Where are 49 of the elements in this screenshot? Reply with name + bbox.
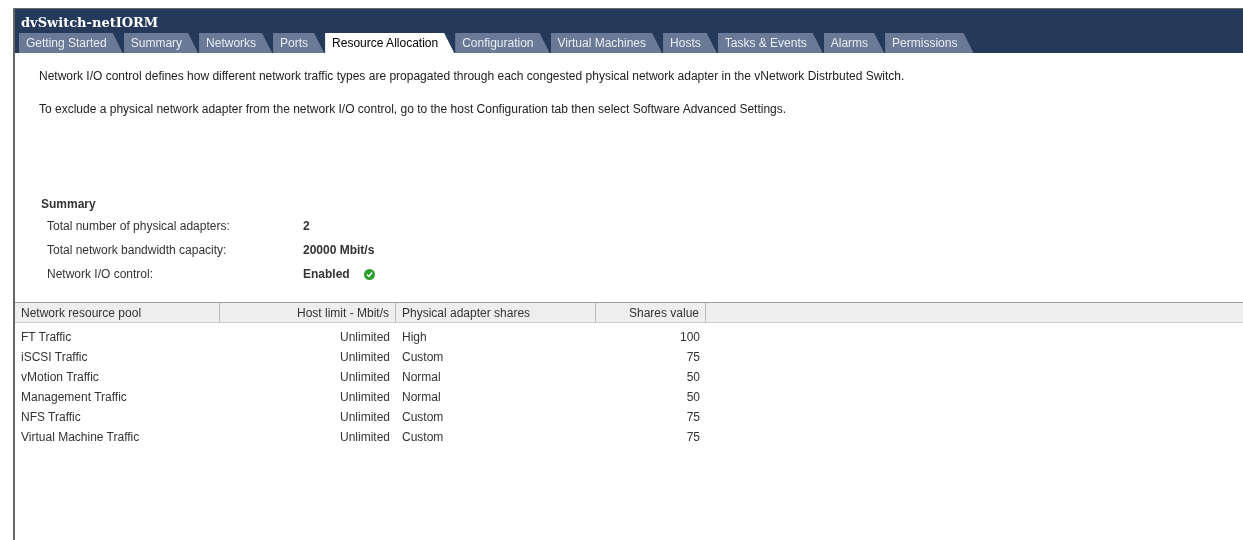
table-cell-text: Management Traffic [20,389,128,406]
table-cell-text: Unlimited [339,429,391,446]
summary-value: 20000 Mbit/s [303,242,375,259]
tab[interactable]: Alarms [823,33,885,53]
tab[interactable]: Hosts [663,33,717,53]
tab[interactable]: Resource Allocation [325,33,455,53]
table-cell-text: NFS Traffic [20,409,82,426]
table-cell-text: 50 [685,369,701,386]
window-title: dvSwitch-netIORM [20,15,160,31]
summary-label: Network I/O control: [47,266,155,283]
table-cell-text: Normal [401,389,442,406]
table-cell-text: Unlimited [339,349,391,366]
table-cell-text: Custom [401,429,445,446]
column-header[interactable]: Shares value [596,303,706,322]
table-cell-text: Custom [401,409,445,426]
tab[interactable]: Virtual Machines [550,33,663,53]
tab[interactable]: Getting Started [19,33,123,53]
table-cell-text: 75 [685,409,701,426]
table-cell-text: 100 [678,329,701,346]
table-cell-text: Unlimited [339,389,391,406]
summary-label: Total number of physical adapters: [47,218,231,235]
section-title: Summary [41,196,97,213]
table-cell-text: 75 [685,429,701,446]
summary-value: 2 [303,218,310,235]
column-header[interactable]: Network resource pool [15,303,220,322]
table-cell-text: Unlimited [339,369,391,386]
table-cell-text: High [401,329,428,346]
table-cell-text: Virtual Machine Traffic [20,429,141,446]
description-text: To exclude a physical network adapter from the network I/O control, go to the host Configuration tab then select Software Advanced Settings. [39,102,788,116]
summary-value: Enabled [303,266,350,283]
tab[interactable]: Permissions [885,33,974,53]
table-cell-text: Normal [401,369,442,386]
table-cell-text: vMotion Traffic [20,369,100,386]
tab[interactable]: Ports [273,33,325,53]
column-header[interactable]: Physical adapter shares [396,303,596,322]
table-cell-text: 75 [685,349,701,366]
description-text: Network I/O control defines how different network traffic types are propagated through each congested physical network adapter in the vNetwork Distrbuted Switch. [39,69,906,83]
table-cell-text: Unlimited [339,329,391,346]
tab[interactable]: Networks [199,33,273,53]
table-cell-text: Custom [401,349,445,366]
table-cell-text: Unlimited [339,409,391,426]
tab[interactable]: Configuration [455,33,550,53]
table-cell-text: 50 [685,389,701,406]
tab[interactable]: Summary [123,33,199,53]
column-header[interactable]: Host limit - Mbit/s [220,303,396,322]
table-cell-text: iSCSI Traffic [20,349,89,366]
tab[interactable]: Tasks & Events [717,33,823,53]
summary-label: Total network bandwidth capacity: [47,242,228,259]
table-cell-text: FT Traffic [20,329,73,346]
